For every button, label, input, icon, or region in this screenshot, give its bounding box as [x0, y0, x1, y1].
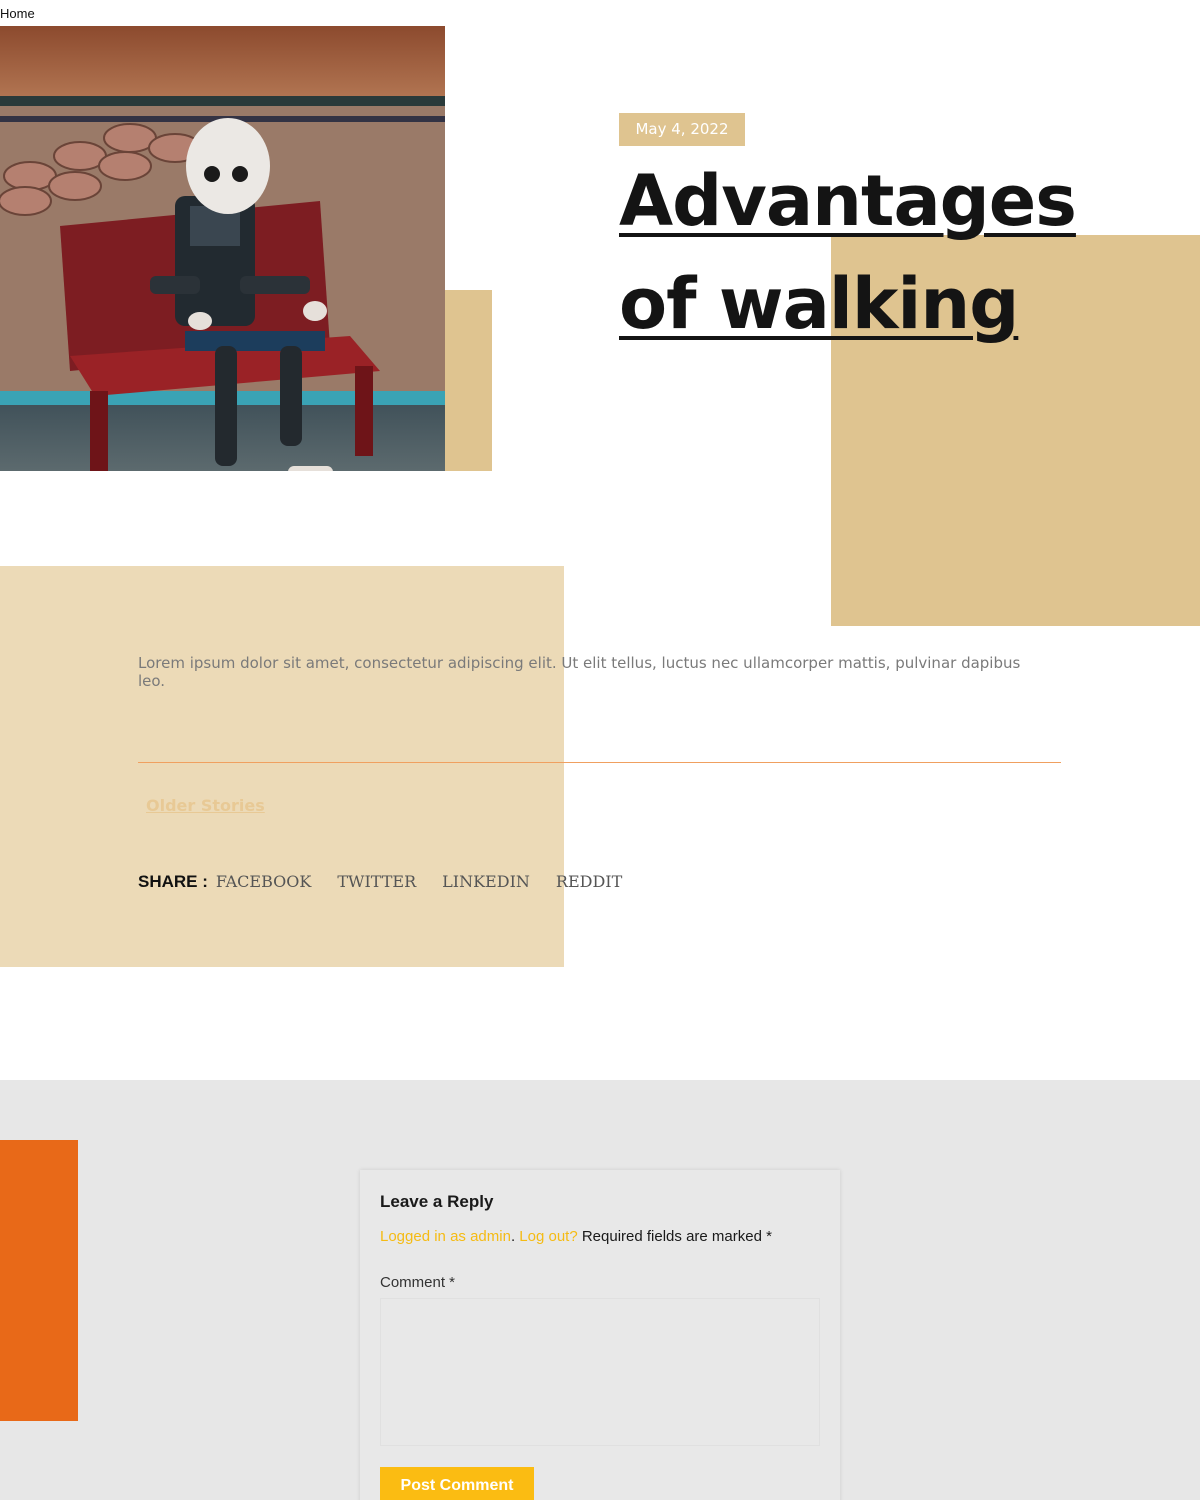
- post-title[interactable]: Advantages of walking: [619, 150, 1139, 356]
- breadcrumb: Home: [0, 6, 35, 21]
- hero-image: [0, 26, 445, 471]
- share-twitter-link[interactable]: TWITTER: [337, 872, 416, 891]
- share-reddit-link[interactable]: REDDIT: [556, 872, 622, 891]
- logged-in-line: Logged in as admin. Log out? Required fi…: [380, 1228, 772, 1245]
- decorative-block-small: [444, 290, 492, 471]
- post-title-line-1[interactable]: Advantages: [619, 160, 1077, 242]
- decorative-orange-block: [0, 1140, 78, 1421]
- log-out-link[interactable]: Log out?: [519, 1228, 577, 1245]
- older-stories-link[interactable]: Older Stories: [146, 796, 265, 815]
- share-label: SHARE :: [138, 872, 208, 891]
- logged-in-as-link[interactable]: Logged in as admin: [380, 1228, 511, 1245]
- post-excerpt: Lorem ipsum dolor sit amet, consectetur …: [138, 654, 1021, 690]
- share-linkedin-link[interactable]: LINKEDIN: [442, 872, 530, 891]
- breadcrumb-home-link[interactable]: Home: [0, 6, 35, 21]
- comment-textarea[interactable]: [380, 1298, 820, 1446]
- share-facebook-link[interactable]: FACEBOOK: [216, 872, 311, 891]
- required-fields-note: Required fields are marked *: [577, 1228, 772, 1245]
- post-title-line-2[interactable]: of walking: [619, 263, 1019, 345]
- post-date-badge: May 4, 2022: [619, 113, 745, 146]
- post-comment-button[interactable]: Post Comment: [380, 1467, 534, 1500]
- content-background-block: [0, 566, 564, 967]
- comment-label: Comment *: [380, 1274, 456, 1291]
- reply-title: Leave a Reply: [380, 1192, 494, 1211]
- robot-on-bench-photo: [0, 26, 445, 471]
- share-row: SHARE : FACEBOOK TWITTER LINKEDIN REDDIT: [138, 872, 648, 892]
- divider: [138, 762, 1061, 763]
